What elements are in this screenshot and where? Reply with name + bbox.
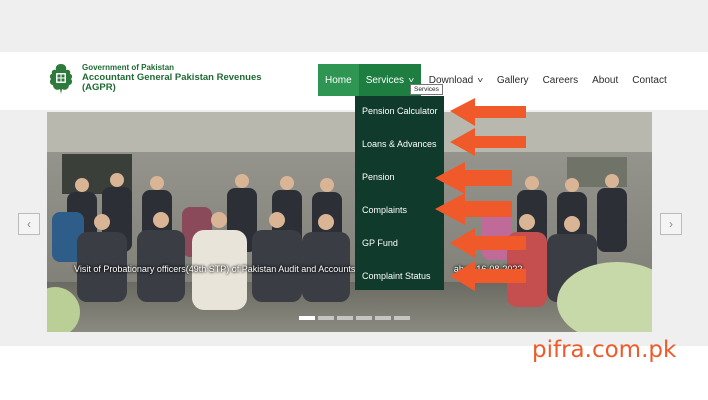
menu-item-loans-advances[interactable]: Loans & Advances [362, 139, 437, 149]
chevron-right-icon: › [669, 217, 673, 231]
brand-watermark: pifra.com.pk [532, 337, 677, 363]
menu-item-pension[interactable]: Pension [362, 172, 395, 182]
nav-contact-label: Contact [632, 74, 667, 86]
arrow-left-icon [450, 128, 526, 156]
org-line-3: (AGPR) [82, 82, 116, 93]
main-nav: Home Services ˅ Download ˅ Gallery Careers… [318, 64, 674, 96]
nav-about-label: About [592, 74, 619, 86]
nav-home[interactable]: Home [318, 64, 359, 96]
government-emblem-icon[interactable] [46, 62, 76, 96]
arrow-left-icon [450, 228, 526, 258]
annotation-arrows [435, 98, 526, 291]
slider-dot[interactable] [394, 316, 410, 320]
hero-slider[interactable]: Visit of Probationary officers(49th STP)… [47, 112, 652, 332]
arrow-left-icon [450, 261, 526, 291]
nav-contact[interactable]: Contact [625, 64, 673, 96]
arrow-left-icon [435, 193, 512, 225]
slider-dots [299, 316, 410, 320]
menu-item-complaints[interactable]: Complaints [362, 205, 407, 215]
slider-dot[interactable] [299, 316, 315, 320]
nav-gallery-label: Gallery [496, 74, 529, 86]
slider-dot[interactable] [356, 316, 372, 320]
group-photo [47, 112, 652, 332]
nav-careers[interactable]: Careers [536, 64, 586, 96]
nav-gallery[interactable]: Gallery [490, 64, 536, 96]
menu-item-complaint-status[interactable]: Complaint Status [362, 271, 431, 281]
chevron-left-icon: ‹ [27, 217, 31, 231]
services-tooltip: Services [410, 84, 443, 95]
nav-services-label: Services [365, 74, 405, 86]
nav-about[interactable]: About [585, 64, 625, 96]
top-band [0, 0, 708, 52]
slider-prev-button[interactable]: ‹ [18, 213, 40, 235]
menu-item-pension-calculator[interactable]: Pension Calculator [362, 106, 438, 116]
arrow-left-icon [450, 98, 526, 126]
menu-item-gp-fund[interactable]: GP Fund [362, 238, 398, 248]
slider-dot[interactable] [337, 316, 353, 320]
organization-name[interactable]: Government of Pakistan Accountant Genera… [82, 63, 262, 93]
arrow-left-icon [435, 162, 512, 194]
slider-dot[interactable] [375, 316, 391, 320]
slider-dot[interactable] [318, 316, 334, 320]
nav-careers-label: Careers [542, 74, 579, 86]
slider-next-button[interactable]: › [660, 213, 682, 235]
nav-home-label: Home [325, 74, 352, 86]
slide-caption-text: Visit of Probationary officers(49th STP)… [74, 264, 356, 274]
chevron-down-icon: ˅ [477, 75, 484, 85]
